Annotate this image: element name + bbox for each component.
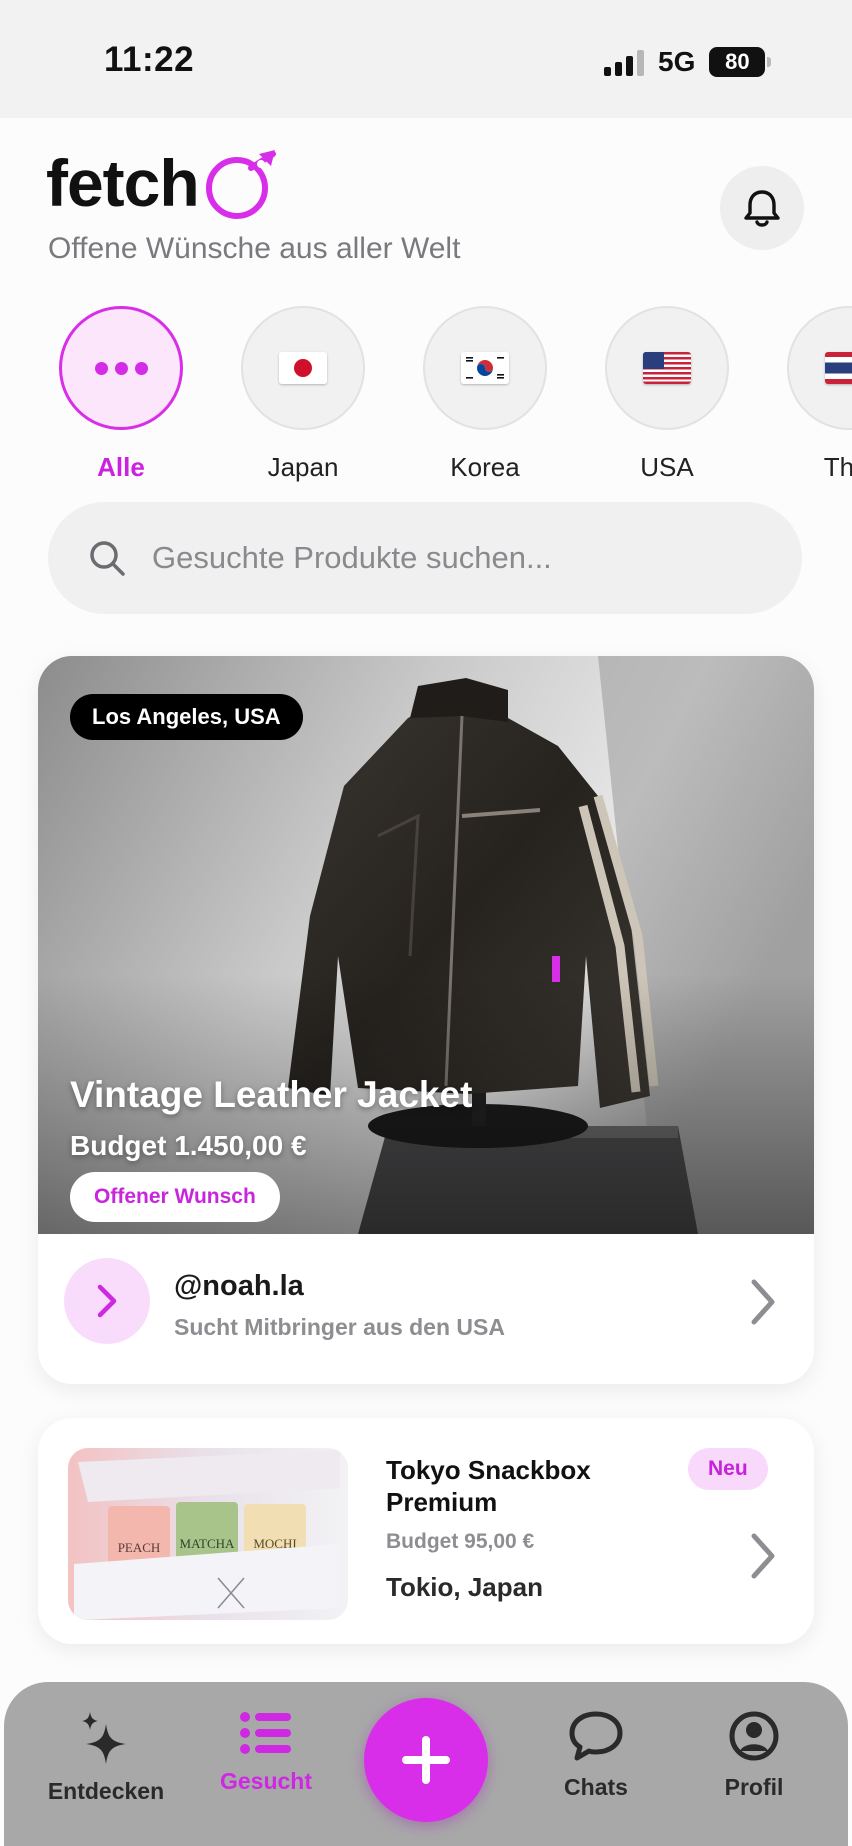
item-location: Tokio, Japan: [386, 1572, 543, 1602]
bottom-navigation: Entdecken Gesucht Chats Profil: [4, 1682, 848, 1846]
category-korea[interactable]: Korea: [423, 306, 547, 483]
network-type: 5G: [658, 46, 696, 77]
battery-icon: 80: [709, 47, 772, 77]
snack-label: MATCHA: [180, 1536, 236, 1551]
category-japan[interactable]: Japan: [241, 306, 365, 483]
thailand-flag-icon: [825, 352, 852, 384]
search-input[interactable]: Gesuchte Produkte suchen...: [152, 540, 552, 576]
nav-label: Gesucht: [219, 1768, 313, 1794]
location-badge: Los Angeles, USA: [70, 694, 303, 740]
sparkle-icon: [82, 1712, 126, 1764]
user-avatar-arrow: [64, 1258, 150, 1344]
page-subtitle: Offene Wünsche aus aller Welt: [48, 232, 461, 265]
profile-icon: [729, 1711, 779, 1761]
item-budget: Budget 1.450,00 €: [70, 1130, 307, 1161]
nav-entdecken[interactable]: Entdecken: [32, 1710, 180, 1805]
category-circle: [787, 306, 852, 430]
category-label: Alle: [97, 452, 145, 482]
chevron-right-icon[interactable]: [742, 1528, 782, 1584]
snackbox-product-image: PEACH MATCHA MOCHI: [68, 1448, 348, 1620]
new-badge: Neu: [688, 1448, 768, 1490]
country-filter-row: Alle Japan Korea USA Th: [0, 306, 852, 486]
item-title: Tokyo Snackbox Premium: [386, 1455, 591, 1517]
more-dots-icon: [94, 361, 148, 375]
nav-chats[interactable]: Chats: [534, 1710, 658, 1801]
wish-list-item[interactable]: PEACH MATCHA MOCHI Tokyo Snackbox Premiu…: [38, 1418, 814, 1644]
notifications-button[interactable]: [720, 166, 804, 250]
nav-label: Entdecken: [47, 1778, 165, 1804]
category-circle: [59, 306, 183, 430]
search-icon: [90, 541, 125, 576]
chevron-right-icon: [97, 1284, 117, 1318]
add-wish-button[interactable]: [364, 1698, 488, 1822]
battery-level: 80: [725, 49, 750, 74]
app-logo: fetch: [46, 142, 279, 224]
nav-label: Profil: [724, 1774, 784, 1800]
japan-flag-icon: [279, 352, 327, 384]
plus-icon: [402, 1736, 450, 1784]
nav-profil[interactable]: Profil: [692, 1710, 816, 1801]
category-label: USA: [640, 452, 694, 482]
category-usa[interactable]: USA: [605, 306, 729, 483]
user-description: Sucht Mitbringer aus den USA: [174, 1314, 505, 1340]
chevron-right-icon[interactable]: [742, 1274, 782, 1330]
search-bar[interactable]: Gesuchte Produkte suchen...: [48, 502, 802, 614]
nav-gesucht[interactable]: Gesucht: [204, 1710, 328, 1795]
bell-icon: [744, 190, 780, 227]
nav-label: Chats: [564, 1774, 628, 1800]
category-circle: [423, 306, 547, 430]
logo-plane-ring-icon: [205, 150, 276, 219]
signal-icon: [604, 48, 644, 76]
snack-label: PEACH: [118, 1540, 161, 1555]
category-circle: [241, 306, 365, 430]
korea-flag-icon: [461, 352, 509, 384]
category-label: Korea: [450, 452, 520, 482]
status-indicators: 5G 80: [604, 46, 772, 78]
chat-bubble-icon: [569, 1711, 623, 1761]
item-budget: Budget 95,00 €: [386, 1530, 535, 1553]
category-thailand[interactable]: Thai: [787, 306, 852, 483]
jacket-product-image: Los Angeles, USA Vintage Leather Jacket …: [38, 656, 814, 1234]
category-all[interactable]: Alle: [59, 306, 183, 483]
category-circle: [605, 306, 729, 430]
logo-text: fetch: [46, 146, 200, 220]
list-icon: [240, 1712, 291, 1754]
category-label: Japan: [267, 452, 339, 482]
item-title: Vintage Leather Jacket: [70, 1074, 473, 1115]
usa-flag-icon: [643, 352, 691, 384]
category-label: Thai: [823, 452, 852, 482]
snackbox-illustration: PEACH MATCHA MOCHI: [68, 1448, 348, 1620]
app-screen: 11:22 5G 80 fetch Offene Wünsche aus all…: [0, 0, 852, 1846]
featured-wish-card[interactable]: Los Angeles, USA Vintage Leather Jacket …: [38, 656, 814, 1384]
card-user-row[interactable]: @noah.la Sucht Mitbringer aus den USA: [38, 1234, 814, 1384]
status-time: 11:22: [104, 40, 195, 79]
user-handle: @noah.la: [174, 1270, 304, 1302]
wish-status-badge: Offener Wunsch: [70, 1172, 280, 1222]
